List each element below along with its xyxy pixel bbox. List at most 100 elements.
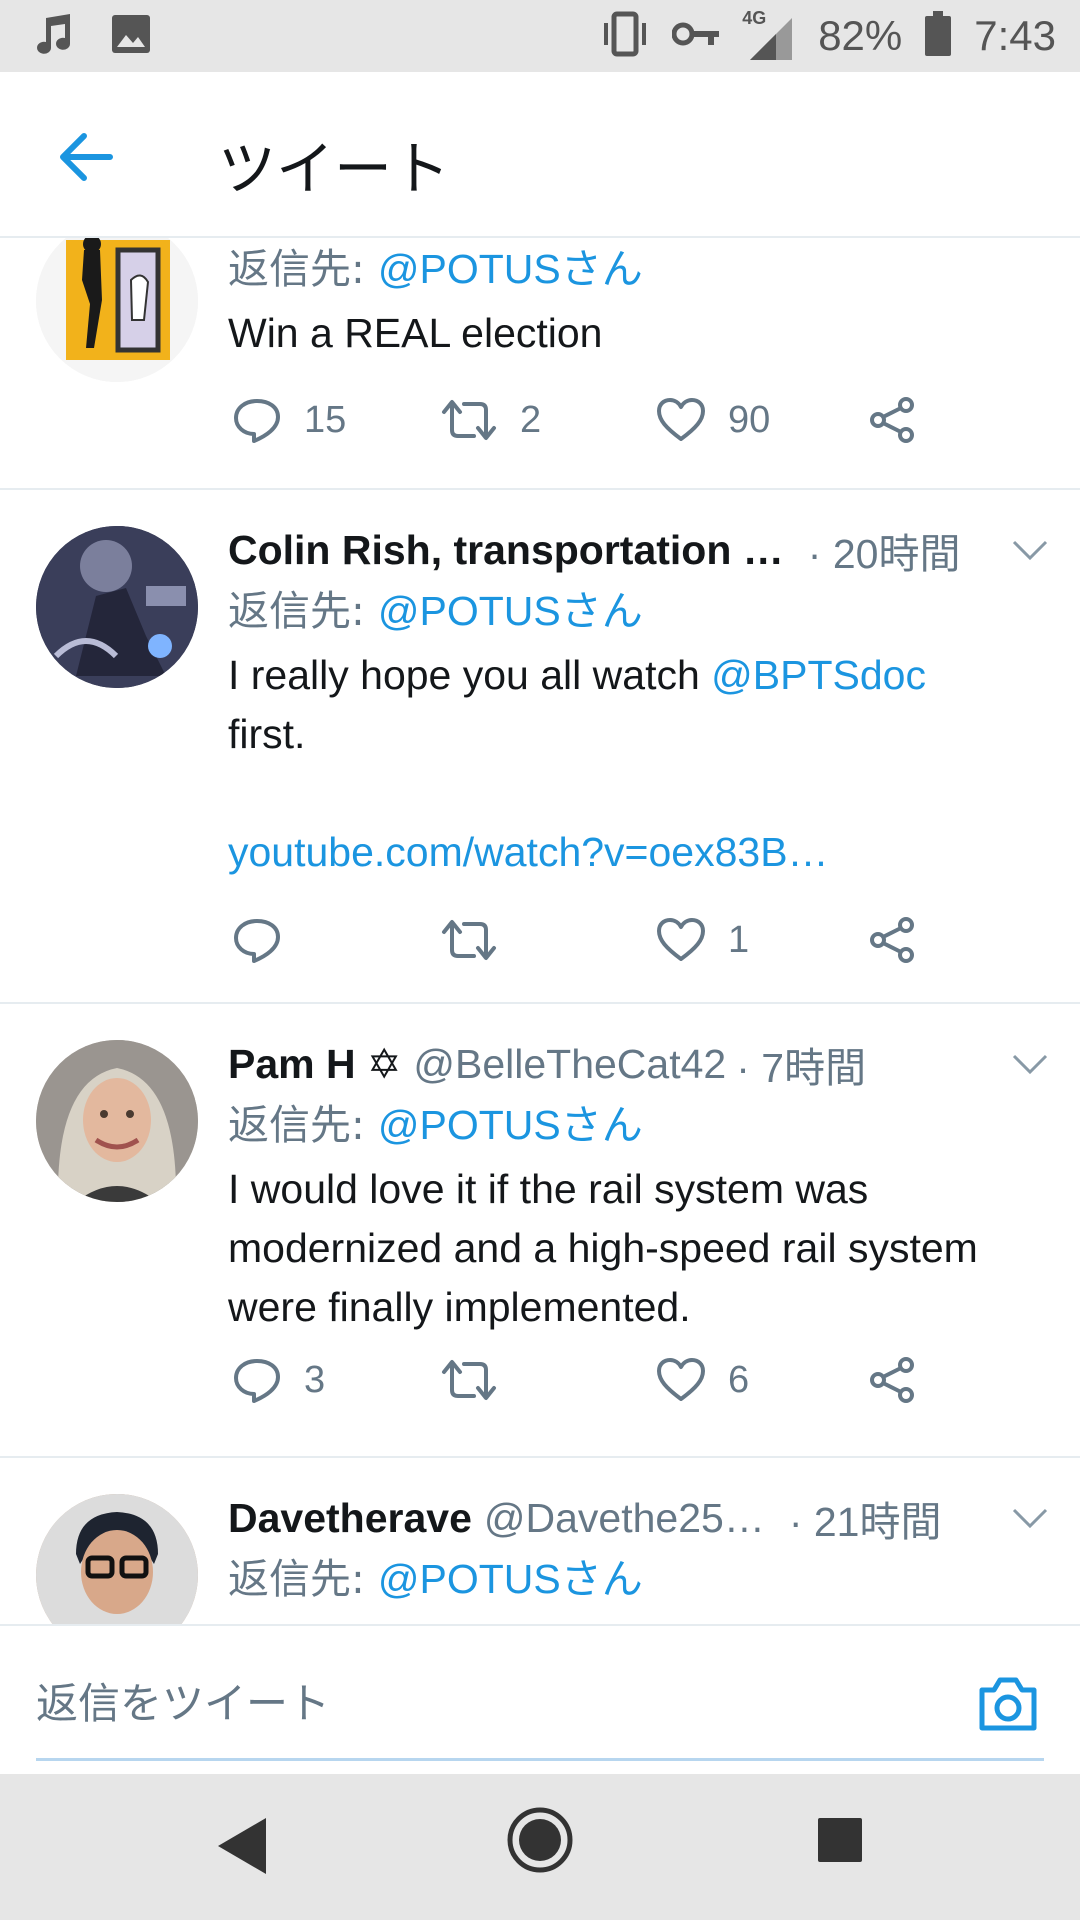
avatar[interactable]	[36, 238, 198, 382]
reply-mention-link[interactable]: @POTUSさん	[378, 588, 643, 634]
reply-icon	[234, 919, 280, 963]
share-icon	[870, 1357, 914, 1403]
input-underline	[36, 1758, 1044, 1761]
reply-composer: 返信をツイート	[0, 1624, 1080, 1774]
triangle-back-icon	[218, 1818, 266, 1874]
battery-percent: 82%	[818, 12, 903, 59]
reply-icon	[234, 1359, 280, 1403]
nav-recents-button[interactable]	[816, 1816, 864, 1869]
reply-button[interactable]	[232, 910, 304, 970]
share-button[interactable]	[868, 1350, 918, 1410]
retweet-count: 2	[520, 398, 542, 441]
heart-icon	[657, 1358, 705, 1401]
share-button[interactable]	[868, 390, 918, 450]
camera-button[interactable]	[976, 1676, 1040, 1732]
avatar[interactable]	[36, 526, 198, 688]
like-button[interactable]: 6	[656, 1350, 749, 1410]
retweet-button[interactable]	[440, 1350, 520, 1410]
retweet-icon	[442, 1360, 496, 1400]
heart-icon	[657, 918, 705, 961]
share-icon	[870, 917, 914, 963]
page-title: ツイート	[218, 135, 451, 203]
author-handle[interactable]: @BelleTheCat42	[413, 1041, 726, 1088]
tweet-item[interactable]: Colin Rish, transportation … · 20時間 返信先:…	[0, 490, 1080, 1004]
reply-count: 15	[304, 398, 347, 441]
reply-to-line: 返信先: @POTUSさん	[228, 1094, 1050, 1156]
nav-back-button[interactable]	[214, 1814, 270, 1883]
tweet-item[interactable]: Davetherave @Davethe25… · 21時間 返信先: @POT…	[0, 1458, 1080, 1624]
reply-prefix: 返信先:	[228, 587, 378, 635]
author-name[interactable]: Davetherave	[228, 1495, 472, 1542]
like-count: 1	[728, 918, 750, 961]
retweet-icon	[442, 400, 496, 440]
reply-to-line: 返信先: @POTUSさん	[228, 580, 1050, 642]
retweet-button[interactable]: 2	[440, 390, 541, 450]
like-count: 6	[728, 1358, 750, 1401]
nav-home-button[interactable]	[506, 1806, 574, 1879]
tweet-time: · 7時間	[736, 1045, 867, 1091]
camera-icon	[979, 1677, 1037, 1731]
reply-input[interactable]: 返信をツイート	[36, 1670, 330, 1731]
share-button[interactable]	[868, 910, 918, 970]
heart-icon	[657, 398, 705, 441]
network-type: 4G	[742, 8, 767, 28]
url-link[interactable]: youtube.com/watch?v=oex83B…	[228, 829, 829, 875]
reply-to-line: 返信先: @POTUSさん	[228, 238, 1050, 300]
reply-prefix: 返信先:	[228, 245, 378, 293]
mention-link[interactable]: @BPTSdoc	[711, 652, 926, 698]
signal-icon: 4G	[742, 8, 796, 62]
reply-button[interactable]: 15	[232, 390, 346, 450]
reply-mention-link[interactable]: @POTUSさん	[378, 246, 643, 292]
vpn-key-icon	[671, 19, 720, 54]
home-circle-icon	[507, 1807, 573, 1873]
tweet-text-part: I really hope you all watch	[228, 652, 712, 698]
tweet-item[interactable]: Pam H ✡ @BelleTheCat42 · 7時間 返信先: @POTUS…	[0, 1004, 1080, 1458]
author-name[interactable]: Colin Rish, transportation …	[228, 527, 784, 574]
reply-mention-link[interactable]: @POTUSさん	[378, 1556, 643, 1602]
system-nav-bar	[0, 1774, 1080, 1920]
like-button[interactable]: 1	[656, 910, 749, 970]
reply-prefix: 返信先:	[228, 1555, 378, 1603]
reply-to-line: 返信先: @POTUSさん	[228, 1548, 1050, 1610]
tweet-actions: 15 2 90	[228, 390, 948, 450]
back-arrow-icon	[60, 133, 113, 181]
back-button[interactable]	[52, 122, 122, 192]
avatar[interactable]	[36, 1040, 198, 1202]
reply-mention-link[interactable]: @POTUSさん	[378, 1102, 643, 1148]
reply-icon	[234, 399, 280, 443]
author-name[interactable]: Pam H ✡	[228, 1040, 401, 1088]
retweet-button[interactable]	[440, 910, 520, 970]
share-icon	[870, 397, 914, 443]
status-bar: 4G 82% 7:43	[0, 0, 1080, 72]
tweet-actions: 1	[228, 910, 948, 970]
avatar[interactable]	[36, 1494, 198, 1624]
tweet-text-part: first.	[228, 711, 306, 757]
chevron-down-icon[interactable]	[1010, 1506, 1050, 1530]
reply-timeline[interactable]: 返信先: @POTUSさん Win a REAL election 15 2 9…	[0, 238, 1080, 1624]
image-icon	[110, 13, 152, 60]
tweet-time: · 20時間	[807, 531, 961, 577]
music-note-icon	[34, 12, 74, 61]
vibrate-icon	[600, 11, 650, 62]
like-button[interactable]: 90	[656, 390, 770, 450]
like-count: 90	[728, 398, 771, 441]
tweet-header: Davetherave @Davethe25… · 21時間	[228, 1488, 1050, 1548]
tweet-text: I really hope you all watch @BPTSdoc fir…	[228, 646, 1050, 882]
tweet-text: I would love it if the rail system was m…	[228, 1166, 978, 1330]
battery-icon	[924, 10, 952, 62]
reply-button[interactable]: 3	[232, 1350, 325, 1410]
chevron-down-icon[interactable]	[1010, 1052, 1050, 1076]
tweet-time: · 21時間	[788, 1499, 942, 1545]
app-header: ツイート	[0, 72, 1080, 238]
reply-count: 3	[304, 1358, 326, 1401]
retweet-icon	[442, 920, 496, 960]
square-recents-icon	[818, 1818, 862, 1862]
tweet-header: Colin Rish, transportation … · 20時間	[228, 520, 1050, 580]
chevron-down-icon[interactable]	[1010, 538, 1050, 562]
author-handle[interactable]: @Davethe25…	[484, 1495, 765, 1542]
tweet-actions: 3 6	[228, 1350, 948, 1410]
tweet-item[interactable]: 返信先: @POTUSさん Win a REAL election 15 2 9…	[0, 238, 1080, 490]
tweet-header: Pam H ✡ @BelleTheCat42 · 7時間	[228, 1034, 1050, 1094]
clock: 7:43	[974, 12, 1056, 59]
reply-prefix: 返信先:	[228, 1101, 378, 1149]
